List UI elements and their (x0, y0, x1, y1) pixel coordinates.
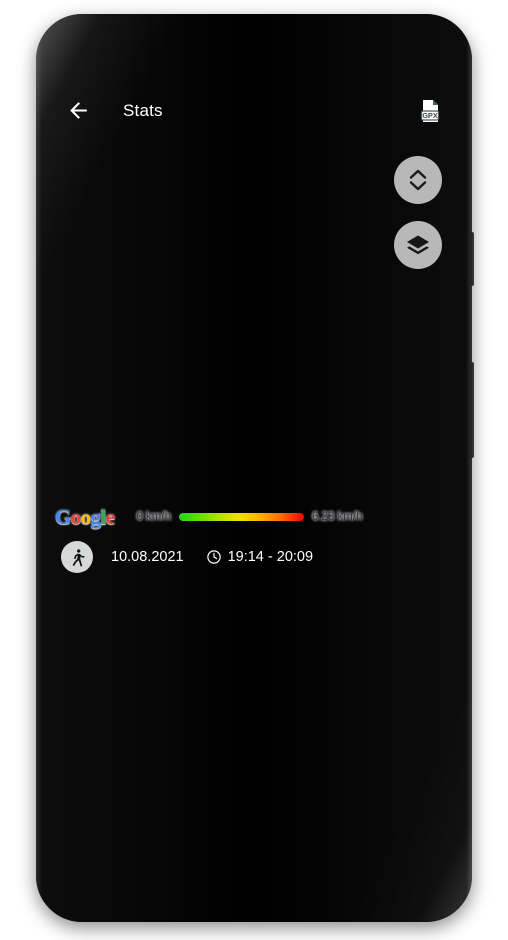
page-title: Stats (123, 100, 163, 120)
smile-face-icon (164, 637, 186, 658)
power-button[interactable] (470, 362, 474, 458)
app-bar: Stats GPX (47, 86, 461, 135)
layers-icon (407, 235, 429, 255)
status-bar-sheen (311, 25, 461, 86)
svg-text:Zwickauer Mulde: Zwickauer Mulde (148, 197, 160, 285)
scene-label-city: City (86, 758, 106, 770)
mood-face-neutral (228, 620, 280, 672)
scene-option-forest[interactable] (148, 702, 202, 770)
front-camera-punch-hole (68, 48, 94, 74)
svg-text:283: 283 (336, 361, 353, 372)
activity-time-range: 19:14 - 20:09 (227, 549, 314, 565)
scene-option-city[interactable]: City (69, 702, 123, 770)
neutral-face-icon (243, 637, 265, 654)
mood-face-super (70, 620, 122, 672)
pine-forest-icon (149, 702, 201, 754)
mood-option-super[interactable]: Super (69, 620, 123, 688)
map-legend: Google 0 km/h 6.23 km/h (47, 500, 461, 534)
expand-collapse-button[interactable] (394, 156, 442, 204)
scene-icon-tropical (228, 702, 280, 754)
mood-selector-row: Super (47, 616, 461, 688)
mood-option-bad[interactable] (306, 620, 360, 688)
speed-gradient-bar (178, 513, 304, 521)
info-bar-sheen (311, 534, 461, 580)
map-pin-icon (67, 801, 82, 823)
scene-option-mountain[interactable] (385, 702, 439, 770)
map-layers-button[interactable] (394, 221, 442, 269)
scene-option-road[interactable] (306, 702, 360, 770)
scene-icon-forest (149, 702, 201, 754)
location-row[interactable]: Eibenstock, DE (47, 790, 461, 834)
activity-info-bar: 10.08.2021 19:14 - 20:09 (47, 534, 461, 580)
mood-face-awful (386, 620, 438, 672)
scene-icon-mountain (386, 702, 438, 754)
clock-icon (206, 549, 222, 565)
speed-legend-max-label: 6.23 km/h (311, 511, 363, 523)
scene-icon-road (307, 702, 359, 754)
export-gpx-button[interactable]: GPX (413, 94, 447, 128)
page-indicator (47, 580, 461, 610)
volume-button[interactable] (470, 232, 474, 286)
mountain-lake-icon (386, 702, 438, 754)
phone-device: Stats GPX 283 Zwickauer Mulde Google 0 k… (36, 14, 474, 922)
mood-label-super: Super (80, 676, 112, 688)
map-view[interactable]: 283 S27 Zwickauer Mulde (47, 135, 461, 534)
scene-option-tropical[interactable] (227, 702, 281, 770)
chevron-up-down-icon (409, 169, 427, 191)
scene-icon-city (70, 702, 122, 754)
frown-face-icon (322, 637, 344, 658)
page-dot-3[interactable] (275, 590, 284, 600)
city-skyline-icon (70, 702, 122, 754)
road-shield-283: 283 (330, 356, 358, 373)
page-dot-1[interactable] (224, 590, 244, 600)
mood-option-awful[interactable] (385, 620, 439, 688)
palm-trees-icon (228, 702, 280, 754)
mood-option-good[interactable] (148, 620, 202, 688)
status-bar (47, 25, 461, 86)
speed-legend-min-label: 0 km/h (136, 511, 171, 523)
mood-face-bad (307, 620, 359, 672)
google-attribution: Google (55, 504, 115, 529)
activity-date: 10.08.2021 (111, 549, 184, 565)
deep-frown-face-icon (401, 637, 423, 659)
page-dot-2[interactable] (255, 590, 264, 600)
mood-option-neutral[interactable] (227, 620, 281, 688)
mood-face-good (149, 620, 201, 672)
app-screen: Stats GPX 283 Zwickauer Mulde Google 0 k… (47, 25, 461, 911)
big-smile-face-icon (83, 636, 109, 660)
scenery-selector-row: City (47, 698, 461, 770)
gpx-file-icon: GPX (420, 99, 440, 122)
svg-text:GPX: GPX (422, 111, 438, 120)
screen-bottom-black-area (47, 834, 461, 911)
location-name: Eibenstock, DE (100, 804, 203, 821)
arrow-left-icon (69, 102, 87, 119)
back-button[interactable] (61, 94, 95, 128)
activity-type-badge[interactable] (61, 541, 93, 573)
details-sheet: Super City Eibenstock, DE (47, 580, 461, 834)
phone-screen-area: Stats GPX 283 Zwickauer Mulde Google 0 k… (47, 25, 461, 911)
walking-person-icon (72, 548, 85, 566)
open-road-icon (307, 702, 359, 754)
